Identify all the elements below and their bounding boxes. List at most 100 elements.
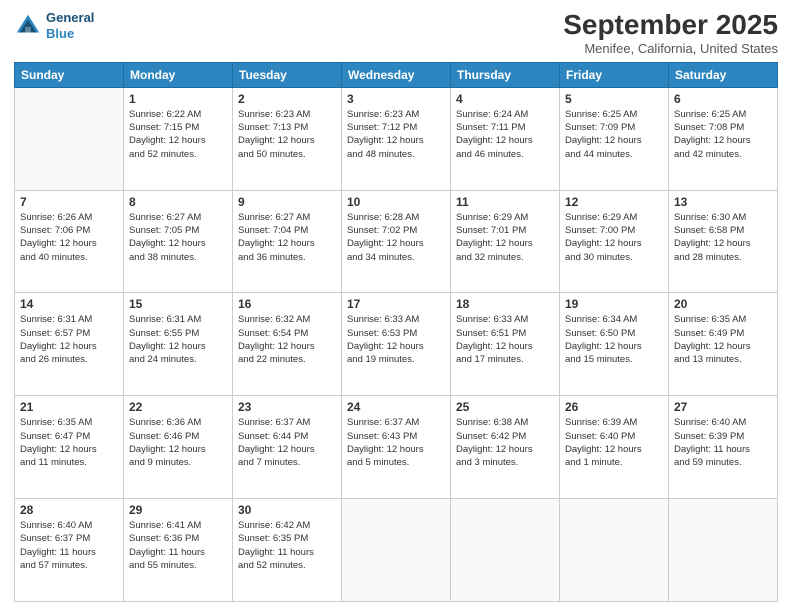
day-info: Sunrise: 6:28 AM Sunset: 7:02 PM Dayligh…: [347, 211, 445, 264]
day-number: 21: [20, 400, 118, 414]
day-number: 17: [347, 297, 445, 311]
cell-w1d6: 5Sunrise: 6:25 AM Sunset: 7:09 PM Daylig…: [560, 87, 669, 190]
day-number: 28: [20, 503, 118, 517]
day-number: 24: [347, 400, 445, 414]
week-row-5: 28 Sunrise: 6:40 AM Sunset: 6:37 PM Dayli…: [15, 499, 778, 602]
cell-w2d4: 10 Sunrise: 6:28 AM Sunset: 7:02 PM Dayli…: [342, 190, 451, 293]
day-info: Sunrise: 6:34 AM Sunset: 6:50 PM Dayligh…: [565, 313, 663, 366]
weekday-tuesday: Tuesday: [233, 62, 342, 87]
weekday-thursday: Thursday: [451, 62, 560, 87]
cell-w3d7: 20Sunrise: 6:35 AM Sunset: 6:49 PM Dayli…: [669, 293, 778, 396]
cell-w4d3: 23Sunrise: 6:37 AM Sunset: 6:44 PM Dayli…: [233, 396, 342, 499]
day-number: 10: [347, 195, 445, 209]
day-info: Sunrise: 6:32 AM Sunset: 6:54 PM Dayligh…: [238, 313, 336, 366]
logo-text: General Blue: [46, 10, 94, 41]
day-number: 26: [565, 400, 663, 414]
month-title: September 2025: [563, 10, 778, 41]
day-number: 1: [129, 92, 227, 106]
day-number: 7: [20, 195, 118, 209]
day-info: Sunrise: 6:23 AM Sunset: 7:12 PM Dayligh…: [347, 108, 445, 161]
cell-w5d1: 28 Sunrise: 6:40 AM Sunset: 6:37 PM Dayli…: [15, 499, 124, 602]
cell-w2d3: 9 Sunrise: 6:27 AM Sunset: 7:04 PM Daylig…: [233, 190, 342, 293]
week-row-4: 21Sunrise: 6:35 AM Sunset: 6:47 PM Dayli…: [15, 396, 778, 499]
logo: General Blue: [14, 10, 94, 41]
cell-w2d1: 7 Sunrise: 6:26 AM Sunset: 7:06 PM Daylig…: [15, 190, 124, 293]
cell-w4d5: 25Sunrise: 6:38 AM Sunset: 6:42 PM Dayli…: [451, 396, 560, 499]
day-number: 29: [129, 503, 227, 517]
cell-w4d1: 21Sunrise: 6:35 AM Sunset: 6:47 PM Dayli…: [15, 396, 124, 499]
cell-w5d5: [451, 499, 560, 602]
day-number: 3: [347, 92, 445, 106]
cell-w3d4: 17 Sunrise: 6:33 AM Sunset: 6:53 PM Dayli…: [342, 293, 451, 396]
day-number: 18: [456, 297, 554, 311]
day-number: 2: [238, 92, 336, 106]
week-row-3: 14Sunrise: 6:31 AM Sunset: 6:57 PM Dayli…: [15, 293, 778, 396]
day-number: 13: [674, 195, 772, 209]
day-number: 6: [674, 92, 772, 106]
week-row-1: 1 Sunrise: 6:22 AM Sunset: 7:15 PM Daylig…: [15, 87, 778, 190]
logo-line2: Blue: [46, 26, 94, 42]
weekday-sunday: Sunday: [15, 62, 124, 87]
day-info: Sunrise: 6:38 AM Sunset: 6:42 PM Dayligh…: [456, 416, 554, 469]
day-info: Sunrise: 6:37 AM Sunset: 6:43 PM Dayligh…: [347, 416, 445, 469]
day-number: 8: [129, 195, 227, 209]
day-info: Sunrise: 6:29 AM Sunset: 7:01 PM Dayligh…: [456, 211, 554, 264]
header: General Blue September 2025 Menifee, Cal…: [14, 10, 778, 56]
day-number: 9: [238, 195, 336, 209]
day-info: Sunrise: 6:33 AM Sunset: 6:51 PM Dayligh…: [456, 313, 554, 366]
cell-w2d7: 13Sunrise: 6:30 AM Sunset: 6:58 PM Dayli…: [669, 190, 778, 293]
day-info: Sunrise: 6:41 AM Sunset: 6:36 PM Dayligh…: [129, 519, 227, 572]
day-number: 15: [129, 297, 227, 311]
weekday-wednesday: Wednesday: [342, 62, 451, 87]
day-number: 19: [565, 297, 663, 311]
cell-w2d5: 11Sunrise: 6:29 AM Sunset: 7:01 PM Dayli…: [451, 190, 560, 293]
day-info: Sunrise: 6:26 AM Sunset: 7:06 PM Dayligh…: [20, 211, 118, 264]
cell-w5d6: [560, 499, 669, 602]
title-block: September 2025 Menifee, California, Unit…: [563, 10, 778, 56]
cell-w5d2: 29 Sunrise: 6:41 AM Sunset: 6:36 PM Dayli…: [124, 499, 233, 602]
day-info: Sunrise: 6:40 AM Sunset: 6:37 PM Dayligh…: [20, 519, 118, 572]
cell-w5d3: 30Sunrise: 6:42 AM Sunset: 6:35 PM Dayli…: [233, 499, 342, 602]
calendar-table: SundayMondayTuesdayWednesdayThursdayFrid…: [14, 62, 778, 602]
day-number: 22: [129, 400, 227, 414]
cell-w2d6: 12Sunrise: 6:29 AM Sunset: 7:00 PM Dayli…: [560, 190, 669, 293]
day-info: Sunrise: 6:29 AM Sunset: 7:00 PM Dayligh…: [565, 211, 663, 264]
cell-w3d3: 16 Sunrise: 6:32 AM Sunset: 6:54 PM Dayli…: [233, 293, 342, 396]
cell-w1d5: 4 Sunrise: 6:24 AM Sunset: 7:11 PM Daylig…: [451, 87, 560, 190]
day-info: Sunrise: 6:39 AM Sunset: 6:40 PM Dayligh…: [565, 416, 663, 469]
day-info: Sunrise: 6:22 AM Sunset: 7:15 PM Dayligh…: [129, 108, 227, 161]
day-info: Sunrise: 6:31 AM Sunset: 6:55 PM Dayligh…: [129, 313, 227, 366]
cell-w2d2: 8 Sunrise: 6:27 AM Sunset: 7:05 PM Daylig…: [124, 190, 233, 293]
day-number: 14: [20, 297, 118, 311]
day-number: 5: [565, 92, 663, 106]
day-number: 4: [456, 92, 554, 106]
day-number: 16: [238, 297, 336, 311]
cell-w4d4: 24 Sunrise: 6:37 AM Sunset: 6:43 PM Dayli…: [342, 396, 451, 499]
location: Menifee, California, United States: [563, 41, 778, 56]
day-info: Sunrise: 6:24 AM Sunset: 7:11 PM Dayligh…: [456, 108, 554, 161]
day-info: Sunrise: 6:40 AM Sunset: 6:39 PM Dayligh…: [674, 416, 772, 469]
day-info: Sunrise: 6:36 AM Sunset: 6:46 PM Dayligh…: [129, 416, 227, 469]
cell-w3d1: 14Sunrise: 6:31 AM Sunset: 6:57 PM Dayli…: [15, 293, 124, 396]
weekday-friday: Friday: [560, 62, 669, 87]
logo-icon: [14, 12, 42, 40]
cell-w5d4: [342, 499, 451, 602]
cell-w4d2: 22 Sunrise: 6:36 AM Sunset: 6:46 PM Dayli…: [124, 396, 233, 499]
cell-w1d4: 3 Sunrise: 6:23 AM Sunset: 7:12 PM Daylig…: [342, 87, 451, 190]
weekday-monday: Monday: [124, 62, 233, 87]
cell-w1d1: [15, 87, 124, 190]
cell-w1d3: 2 Sunrise: 6:23 AM Sunset: 7:13 PM Daylig…: [233, 87, 342, 190]
day-number: 23: [238, 400, 336, 414]
cell-w3d6: 19 Sunrise: 6:34 AM Sunset: 6:50 PM Dayli…: [560, 293, 669, 396]
day-info: Sunrise: 6:27 AM Sunset: 7:04 PM Dayligh…: [238, 211, 336, 264]
cell-w5d7: [669, 499, 778, 602]
cell-w3d2: 15 Sunrise: 6:31 AM Sunset: 6:55 PM Dayli…: [124, 293, 233, 396]
weekday-header-row: SundayMondayTuesdayWednesdayThursdayFrid…: [15, 62, 778, 87]
day-info: Sunrise: 6:27 AM Sunset: 7:05 PM Dayligh…: [129, 211, 227, 264]
day-info: Sunrise: 6:42 AM Sunset: 6:35 PM Dayligh…: [238, 519, 336, 572]
page: General Blue September 2025 Menifee, Cal…: [0, 0, 792, 612]
weekday-saturday: Saturday: [669, 62, 778, 87]
day-info: Sunrise: 6:33 AM Sunset: 6:53 PM Dayligh…: [347, 313, 445, 366]
day-info: Sunrise: 6:23 AM Sunset: 7:13 PM Dayligh…: [238, 108, 336, 161]
cell-w4d6: 26 Sunrise: 6:39 AM Sunset: 6:40 PM Dayli…: [560, 396, 669, 499]
